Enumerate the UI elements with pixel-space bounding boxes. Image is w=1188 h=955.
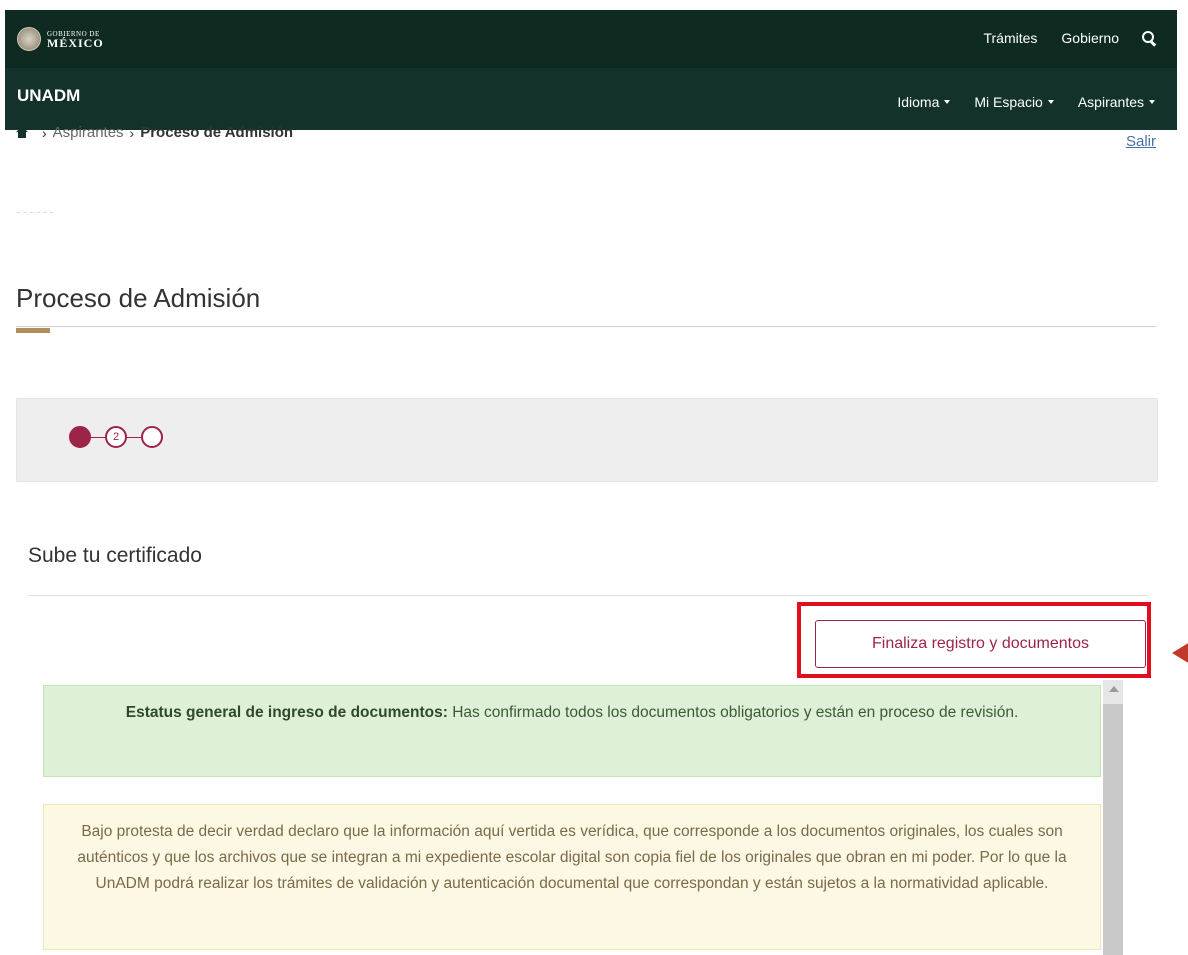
status-alert-label: Estatus general de ingreso de documentos… [125,704,448,721]
site-menu: Idioma Mi Espacio Aspirantes [873,94,1155,110]
breadcrumb: › Aspirantes › Proceso de Admisión [16,124,293,141]
pointer-arrow-icon [1172,642,1188,664]
step-3 [141,426,163,448]
gobierno-mexico-logo[interactable]: GOBIERNO DE MÉXICO [17,27,104,51]
stepper-panel: 1 2 [16,398,1158,482]
site-name[interactable]: UNADM [17,86,80,106]
search-icon[interactable] [1141,30,1157,47]
scroll-up-icon[interactable] [1109,686,1119,692]
declaration-alert: Bajo protesta de decir verdad declaro qu… [43,804,1101,950]
government-header: GOBIERNO DE MÉXICO Trámites Gobierno [5,10,1177,68]
tramites-link[interactable]: Trámites [983,30,1037,46]
step-connector [127,436,141,438]
breadcrumb-separator: › [42,124,47,141]
logo-big-text: MÉXICO [47,36,104,50]
salir-link[interactable]: Salir [1126,133,1156,150]
chevron-down-icon [1149,100,1155,104]
menu-aspirantes-label: Aspirantes [1077,94,1144,110]
menu-idioma[interactable]: Idioma [897,94,951,110]
step-1: 1 [69,426,91,448]
chevron-down-icon [1047,100,1054,104]
menu-idioma-label: Idioma [897,94,940,110]
step-2: 2 [105,426,127,448]
breadcrumb-aspirantes[interactable]: Aspirantes [53,124,124,141]
logo-text: GOBIERNO DE MÉXICO [47,30,104,50]
section-title: Sube tu certificado [28,544,202,567]
progress-stepper: 1 2 [69,426,163,448]
status-alert-text: Has confirmado todos los documentos obli… [452,704,1019,721]
scrollbar[interactable] [1103,680,1123,955]
site-header: UNADM Idioma Mi Espacio Aspirantes [5,68,1177,130]
status-alert: Estatus general de ingreso de documentos… [43,685,1101,777]
section-divider [28,595,1148,596]
breadcrumb-separator: › [129,124,135,141]
gobierno-link[interactable]: Gobierno [1061,30,1119,46]
government-nav: Trámites Gobierno [959,30,1157,47]
title-divider [16,326,1156,327]
dash-divider: ------ [16,203,56,219]
page-title: Proceso de Admisión [16,283,261,313]
menu-aspirantes[interactable]: Aspirantes [1078,94,1155,110]
national-seal-icon [17,27,41,51]
top-strip [0,0,1188,10]
menu-mi-espacio-label: Mi Espacio [974,94,1043,110]
menu-mi-espacio[interactable]: Mi Espacio [974,94,1054,110]
breadcrumb-current: Proceso de Admisión [140,124,294,141]
home-icon[interactable] [16,127,28,138]
chevron-down-icon [944,100,951,104]
title-accent-bar [16,328,50,333]
finalize-registration-button[interactable]: Finaliza registro y documentos [815,620,1146,668]
step-connector [91,436,105,438]
scrollbar-thumb[interactable] [1103,704,1123,955]
